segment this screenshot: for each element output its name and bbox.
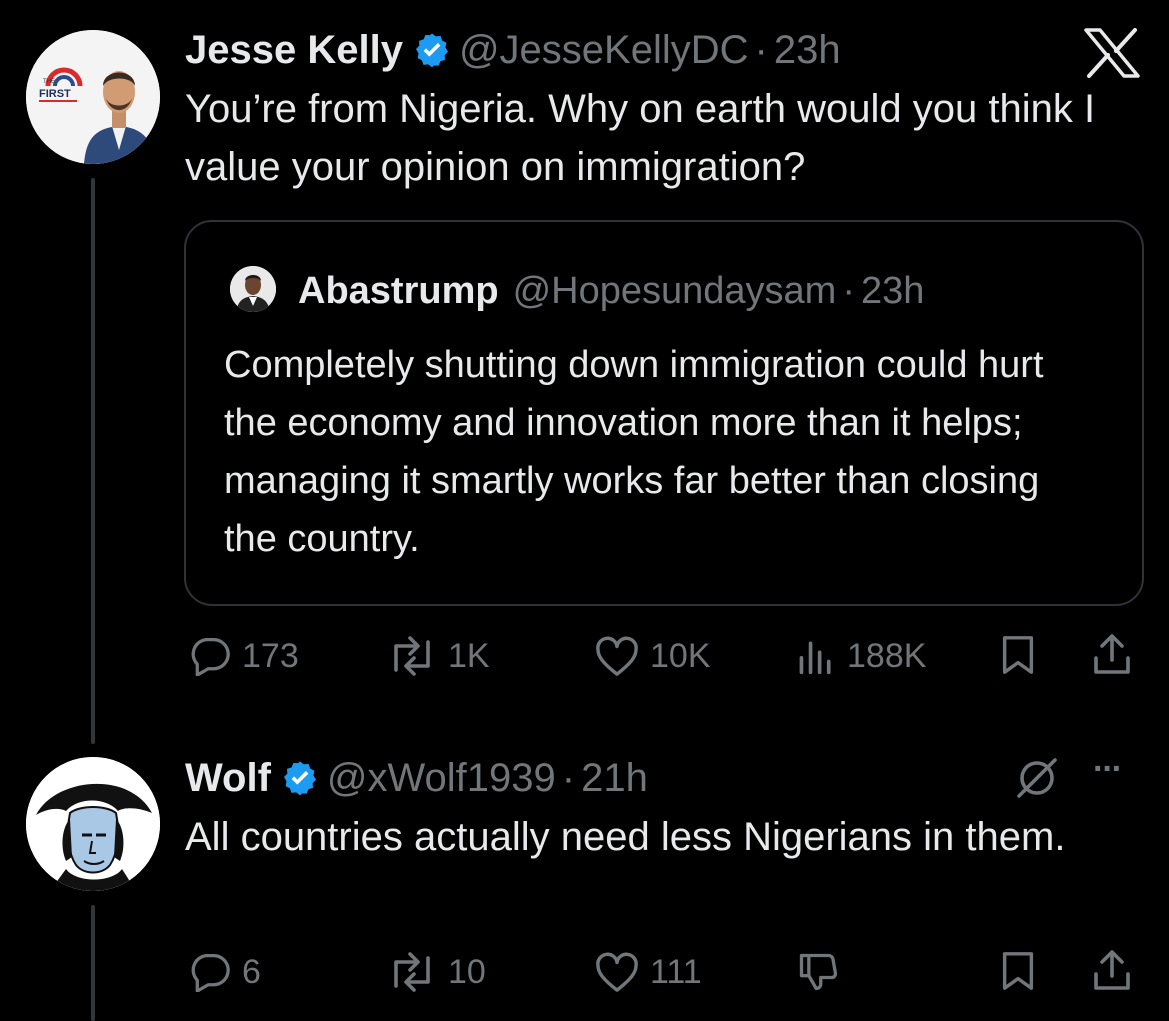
like-icon	[596, 636, 638, 676]
share-icon	[1094, 634, 1130, 674]
reply-count: 173	[242, 636, 299, 675]
post-header: Jesse Kelly @JesseKellyDC · 23h	[185, 22, 841, 78]
share-button[interactable]	[1090, 632, 1134, 676]
avatar-jesse-kelly[interactable]: THE FIRST	[26, 30, 160, 164]
separator: ·	[754, 27, 768, 72]
avatar-image	[26, 757, 160, 891]
avatar-image: THE FIRST	[26, 30, 160, 164]
reply-count: 6	[242, 952, 261, 991]
quote-author-name[interactable]: Abastrump	[298, 270, 499, 313]
author-handle[interactable]: @JesseKellyDC	[459, 28, 749, 73]
author-handle[interactable]: @xWolf1939	[327, 756, 556, 801]
like-count: 111	[650, 952, 702, 991]
quoted-post[interactable]: Abastrump @Hopesundaysam · 23h Completel…	[184, 220, 1144, 606]
like-button[interactable]: 111	[594, 952, 702, 992]
avatar-wolf[interactable]	[26, 757, 160, 891]
like-count: 10K	[650, 636, 711, 675]
bookmark-button[interactable]	[998, 950, 1038, 992]
like-button[interactable]: 10K	[594, 636, 711, 676]
post-time[interactable]: 23h	[774, 28, 841, 73]
repost-button[interactable]: 10	[386, 952, 486, 992]
post-text: You’re from Nigeria. Why on earth would …	[185, 87, 1096, 189]
views-icon	[799, 641, 831, 675]
avatar-abastrump[interactable]	[230, 266, 276, 312]
quote-text: Completely shutting down immigration cou…	[224, 344, 1044, 560]
reply-icon	[191, 638, 230, 676]
x-logo-icon	[1083, 28, 1141, 83]
repost-button[interactable]: 1K	[386, 636, 490, 676]
reply-button[interactable]: 6	[188, 952, 261, 992]
post-time[interactable]: 21h	[581, 756, 648, 801]
repost-count: 1K	[448, 636, 490, 675]
repost-icon	[394, 636, 430, 676]
grok-icon[interactable]	[1013, 754, 1061, 807]
bookmark-icon	[1002, 952, 1034, 990]
repost-count: 10	[448, 952, 486, 991]
quote-header: Abastrump @Hopesundaysam · 23h	[298, 264, 924, 318]
more-icon[interactable]: ···	[1093, 750, 1123, 789]
dislike-button[interactable]	[795, 950, 841, 994]
logo-small-text: THE	[43, 79, 55, 85]
dislike-icon	[799, 953, 838, 991]
post-header: Wolf @xWolf1939 · 21h	[185, 750, 648, 806]
logo-text: FIRST	[39, 88, 71, 100]
quote-author-handle[interactable]: @Hopesundaysam	[513, 270, 837, 313]
verified-badge-icon	[283, 761, 316, 796]
quote-time[interactable]: 23h	[861, 270, 924, 313]
thread-line	[91, 178, 95, 744]
author-name[interactable]: Jesse Kelly	[185, 28, 403, 73]
repost-icon	[394, 952, 430, 992]
separator: ·	[842, 269, 855, 312]
views-button[interactable]: 188K	[795, 636, 926, 676]
separator: ·	[561, 755, 576, 800]
share-button[interactable]	[1090, 948, 1134, 992]
reply-icon	[191, 954, 230, 992]
post-text: All countries actually need less Nigeria…	[185, 815, 1066, 859]
reply-button[interactable]: 173	[188, 636, 299, 676]
bookmark-button[interactable]	[998, 634, 1038, 676]
author-name[interactable]: Wolf	[185, 756, 271, 801]
views-count: 188K	[847, 636, 927, 675]
verified-badge-icon	[415, 33, 448, 68]
share-icon	[1094, 950, 1130, 990]
avatar-image	[230, 266, 276, 312]
bookmark-icon	[1002, 636, 1034, 674]
like-icon	[596, 952, 638, 992]
thread-line	[91, 905, 95, 1021]
